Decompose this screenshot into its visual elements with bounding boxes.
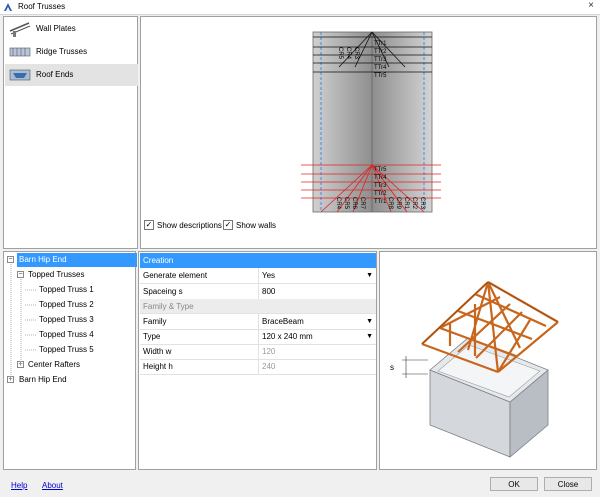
- roof-plan-preview: TTr1 TTr2 TTr3 TTr4 TTr5 TTr5 TTr4 TTr3 …: [301, 31, 441, 213]
- show-descriptions-checkbox[interactable]: ✓ Show descriptions: [144, 220, 222, 230]
- truss-label: TTr1: [374, 199, 387, 205]
- property-key: Generate element: [143, 271, 208, 280]
- ridge-truss-icon: [9, 47, 31, 57]
- spacing-input[interactable]: 800: [258, 284, 376, 299]
- nav-item-roof-ends[interactable]: Roof Ends: [5, 64, 138, 86]
- property-key: Width w: [143, 347, 172, 356]
- truss-label: TTr3: [374, 183, 387, 189]
- height-value: 240: [258, 359, 376, 374]
- nav-item-label: Wall Plates: [36, 24, 76, 33]
- property-row[interactable]: Generate element Yes ▼: [140, 268, 376, 284]
- nav-item-ridge-trusses[interactable]: Ridge Trusses: [5, 41, 138, 63]
- truss-label: TTr4: [374, 65, 387, 71]
- tree-item[interactable]: Topped Truss 5: [39, 343, 94, 357]
- truss-label: TTr4: [374, 175, 387, 181]
- truss-label: TTr3: [374, 57, 387, 63]
- checkbox-label: Show descriptions: [157, 220, 222, 230]
- app-icon: [4, 3, 12, 11]
- nav-item-wall-plates[interactable]: Wall Plates: [5, 18, 138, 40]
- nav-item-label: Roof Ends: [36, 70, 74, 79]
- rafter-label: CR5: [343, 197, 349, 210]
- type-select[interactable]: 120 x 240 mm ▼: [258, 329, 376, 344]
- tree-item[interactable]: Topped Truss 1: [39, 283, 94, 297]
- generate-element-select[interactable]: Yes ▼: [258, 268, 376, 283]
- title-bar: Roof Trusses ×: [0, 0, 600, 15]
- rafter-label: CR3: [353, 47, 359, 60]
- navigation-panel: Wall Plates Ridge Trusses Roof Ends: [3, 16, 138, 249]
- roof-3d-illustration: s: [390, 281, 559, 458]
- element-tree: Barn Hip End − Topped Trusses − Topped T…: [3, 251, 137, 470]
- preview-panel: TTr1 TTr2 TTr3 TTr4 TTr5 TTr5 TTr4 TTr3 …: [140, 16, 597, 249]
- property-row[interactable]: Type 120 x 240 mm ▼: [140, 329, 376, 345]
- tree-lines: [10, 264, 37, 380]
- dimension-label: s: [390, 363, 394, 372]
- truss-label: TTr2: [374, 49, 387, 55]
- property-key: Family: [143, 317, 167, 326]
- truss-label: TTr5: [374, 167, 387, 173]
- rafter-label: CR4: [345, 47, 351, 60]
- rafter-label: CR9: [395, 197, 401, 210]
- truss-label: TTr5: [374, 73, 387, 79]
- dropdown-arrow-icon[interactable]: ▼: [366, 314, 373, 329]
- checkmark-icon: ✓: [223, 220, 233, 230]
- dimension-marker: [402, 356, 428, 378]
- close-button[interactable]: Close: [544, 477, 592, 491]
- window-title: Roof Trusses: [18, 2, 66, 11]
- width-value: 120: [258, 344, 376, 359]
- rafter-label: CR3: [419, 197, 425, 210]
- tree-item[interactable]: Topped Truss 4: [39, 328, 94, 342]
- truss-label: TTr2: [374, 191, 387, 197]
- rafter-label: CR1: [403, 197, 409, 210]
- dropdown-arrow-icon[interactable]: ▼: [366, 268, 373, 283]
- checkmark-icon: ✓: [144, 220, 154, 230]
- rafter-label: CR6: [351, 197, 357, 210]
- rafter-label: CR4: [335, 197, 341, 210]
- close-window-icon[interactable]: ×: [588, 0, 594, 11]
- roof-end-icon: [9, 69, 31, 81]
- rafter-label: CR2: [411, 197, 417, 210]
- property-key: Type: [143, 332, 161, 341]
- ok-button[interactable]: OK: [490, 477, 538, 491]
- property-grid: Creation Generate element Yes ▼ Spaceing …: [138, 251, 377, 470]
- rafter-label: CR8: [387, 197, 393, 210]
- property-row[interactable]: Family BraceBeam ▼: [140, 314, 376, 330]
- dropdown-arrow-icon[interactable]: ▼: [366, 329, 373, 344]
- property-row: Width w 120: [140, 344, 376, 360]
- roof-body: [312, 31, 433, 213]
- wall-plate-icon: [9, 22, 31, 37]
- help-link[interactable]: Help: [11, 481, 27, 490]
- checkbox-label: Show walls: [236, 220, 277, 230]
- tree-item[interactable]: Topped Truss 2: [39, 298, 94, 312]
- rafter-label: CR5: [337, 47, 343, 60]
- property-key: Spaceing s: [143, 287, 183, 296]
- tree-item[interactable]: Topped Truss 3: [39, 313, 94, 327]
- property-row[interactable]: Spaceing s 800: [140, 284, 376, 300]
- property-key: Height h: [143, 362, 173, 371]
- truss-label: TTr1: [374, 41, 387, 47]
- property-row: Height h 240: [140, 359, 376, 375]
- nav-item-label: Ridge Trusses: [36, 47, 88, 56]
- category-header-family: Family & Type: [140, 299, 376, 314]
- illustration-panel: s: [379, 251, 597, 470]
- about-link[interactable]: About: [42, 481, 63, 490]
- rafter-label: CR7: [359, 197, 365, 210]
- show-walls-checkbox[interactable]: ✓ Show walls: [223, 220, 276, 230]
- family-select[interactable]: BraceBeam ▼: [258, 314, 376, 329]
- category-header-creation: Creation: [140, 253, 376, 268]
